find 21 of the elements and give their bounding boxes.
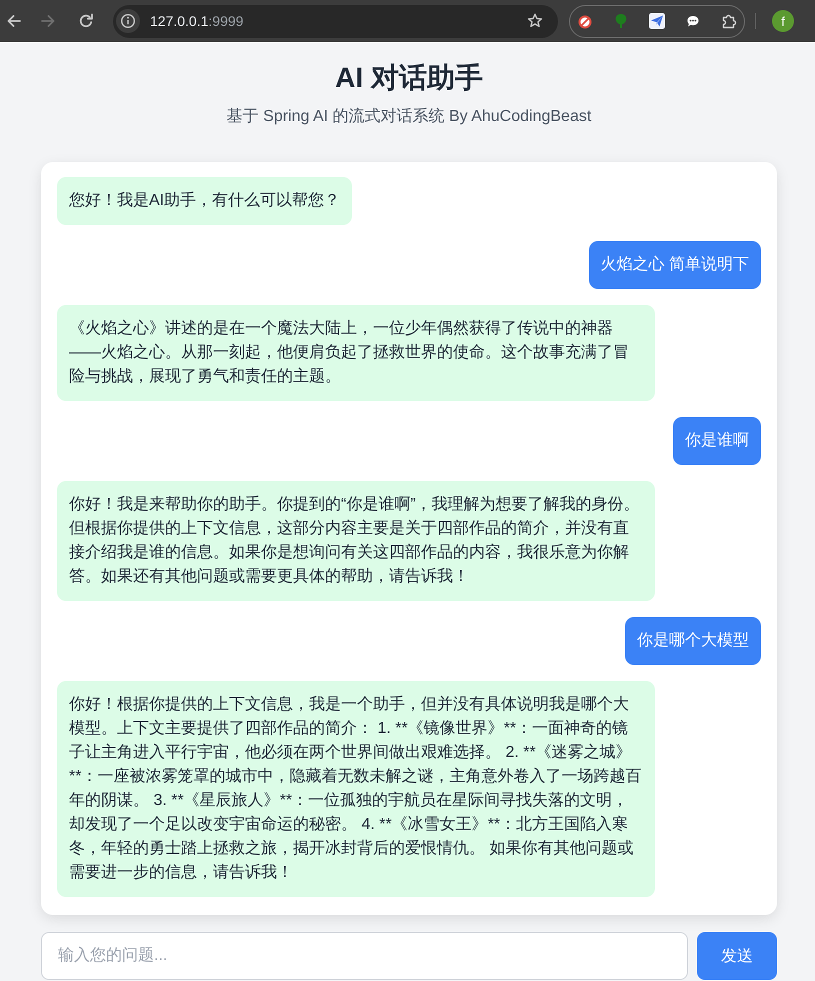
page-subtitle: 基于 Spring AI 的流式对话系统 By AhuCodingBeast — [226, 106, 592, 127]
paper-plane-icon[interactable] — [649, 13, 665, 29]
page-title: AI 对话助手 — [334, 61, 484, 95]
assistant-message: 你好！我是来帮助你的助手。你提到的“你是谁啊”，我理解为想要了解我的身份。但根据你提供的上下文信息，这部分内容主要是关于四部作品的简介，并没有直接介绍我是谁的信息。如果你是想询问有关这四部作品的内容，我很乐意为你解答。如果还有其他问题或需要更具体的帮助，请告诉我！ — [57, 481, 656, 601]
address-bar[interactable]: 127.0.0.1:9999 — [113, 4, 558, 38]
assistant-message: 《火焰之心》讲述的是在一个魔法大陆上，一位少年偶然获得了传说中的神器——火焰之心。从那一刻起，他便肩负起了拯救世界的使命。这个故事充满了冒险与挑战，展现了勇气和责任的主题。 — [57, 305, 656, 401]
info-icon[interactable] — [116, 9, 140, 33]
star-icon[interactable] — [527, 13, 543, 29]
user-message: 火焰之心 简单说明下 — [588, 241, 761, 289]
puzzle-icon[interactable] — [721, 13, 737, 29]
no-entry-icon[interactable] — [577, 13, 593, 29]
question-input[interactable]: 输入您的问题... — [41, 932, 688, 980]
user-message: 你是谁啊 — [673, 417, 761, 465]
chat-bubble-icon[interactable] — [685, 13, 701, 29]
profile-avatar[interactable]: f — [772, 10, 794, 32]
user-message: 你是哪个大模型 — [625, 617, 761, 665]
back-arrow-icon[interactable] — [6, 13, 22, 29]
assistant-message: 你好！根据你提供的上下文信息，我是一个助手，但并没有具体说明我是哪个大模型。上下文主要提供了四部作品的简介： 1. **《镜像世界》**：一面神奇的镜子让主角进入平行宇宙，他必须在两个世界间做出艰难选择。 2. **《迷雾之城》**：一座被浓雾笼罩的城市中，隐藏着无数未解之谜，主角意外卷入了一场跨越百年的阴谋。 3. **《星辰旅人》**：一位孤独的宇航员在星际间寻找失落的文明，却发现了一个足以改变宇宙命运的秘密。 4. **《冰雪女王》**：北方王国陷入寒冬，年轻的勇士踏上拯救之旅，揭开冰封背后的爱恨情仇。 如果你有其他问题或需要进一步的信息，请告诉我！ — [57, 681, 656, 897]
assistant-message: 您好！我是AI助手，有什么可以帮您？ — [57, 177, 352, 225]
send-button[interactable]: 发送 — [697, 932, 777, 980]
reload-icon[interactable] — [78, 13, 94, 29]
